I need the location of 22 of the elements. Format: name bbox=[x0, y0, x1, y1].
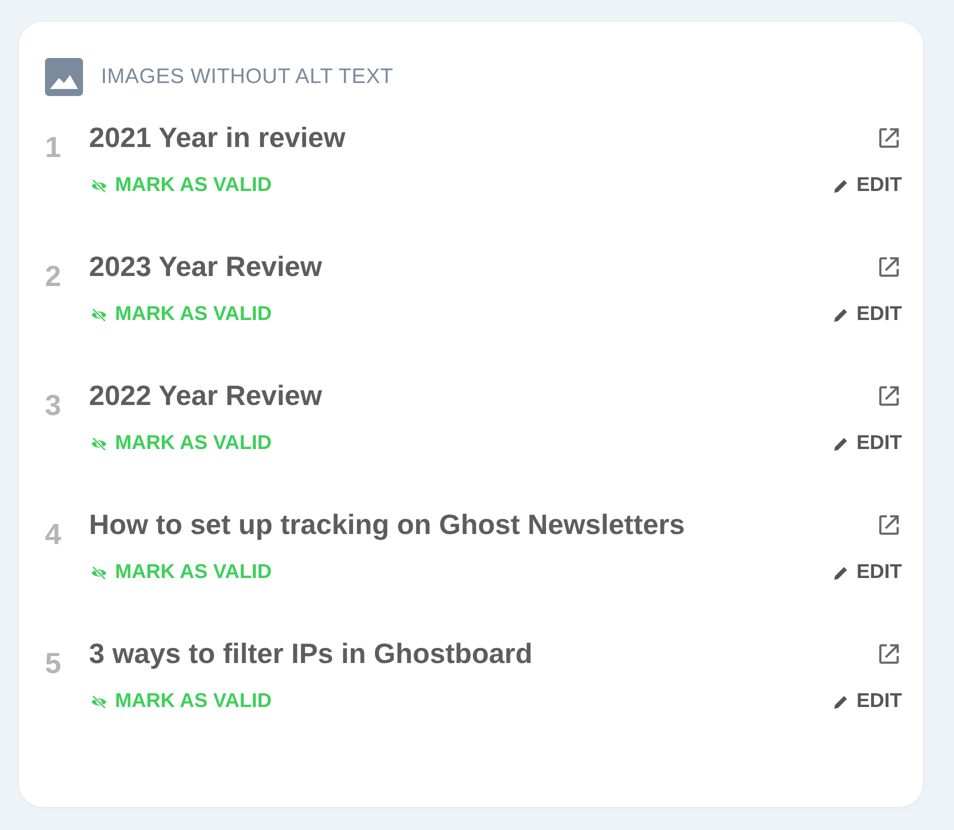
item-number: 5 bbox=[45, 647, 62, 682]
post-title: 2023 Year Review bbox=[89, 251, 322, 283]
image-icon bbox=[45, 58, 83, 96]
item-number: 2 bbox=[45, 260, 62, 295]
eye-off-icon bbox=[89, 178, 109, 194]
edit-button[interactable]: EDIT bbox=[832, 432, 902, 455]
item-number: 4 bbox=[45, 518, 62, 553]
eye-off-icon bbox=[89, 564, 109, 580]
post-title: How to set up tracking on Ghost Newsletters bbox=[89, 509, 685, 541]
eye-off-icon bbox=[89, 306, 109, 322]
edit-button[interactable]: EDIT bbox=[832, 303, 902, 326]
edit-button[interactable]: EDIT bbox=[832, 690, 902, 713]
card-title: IMAGES WITHOUT ALT TEXT bbox=[101, 65, 394, 89]
edit-button[interactable]: EDIT bbox=[832, 174, 902, 197]
eye-off-icon bbox=[89, 694, 109, 710]
edit-button[interactable]: EDIT bbox=[832, 561, 902, 584]
post-title: 3 ways to filter IPs in Ghostboard bbox=[89, 638, 532, 670]
eye-off-icon bbox=[89, 436, 109, 452]
post-title: 2021 Year in review bbox=[89, 122, 346, 154]
post-title: 2022 Year Review bbox=[89, 380, 322, 412]
item-number: 1 bbox=[45, 131, 62, 166]
item-number: 3 bbox=[45, 389, 62, 424]
